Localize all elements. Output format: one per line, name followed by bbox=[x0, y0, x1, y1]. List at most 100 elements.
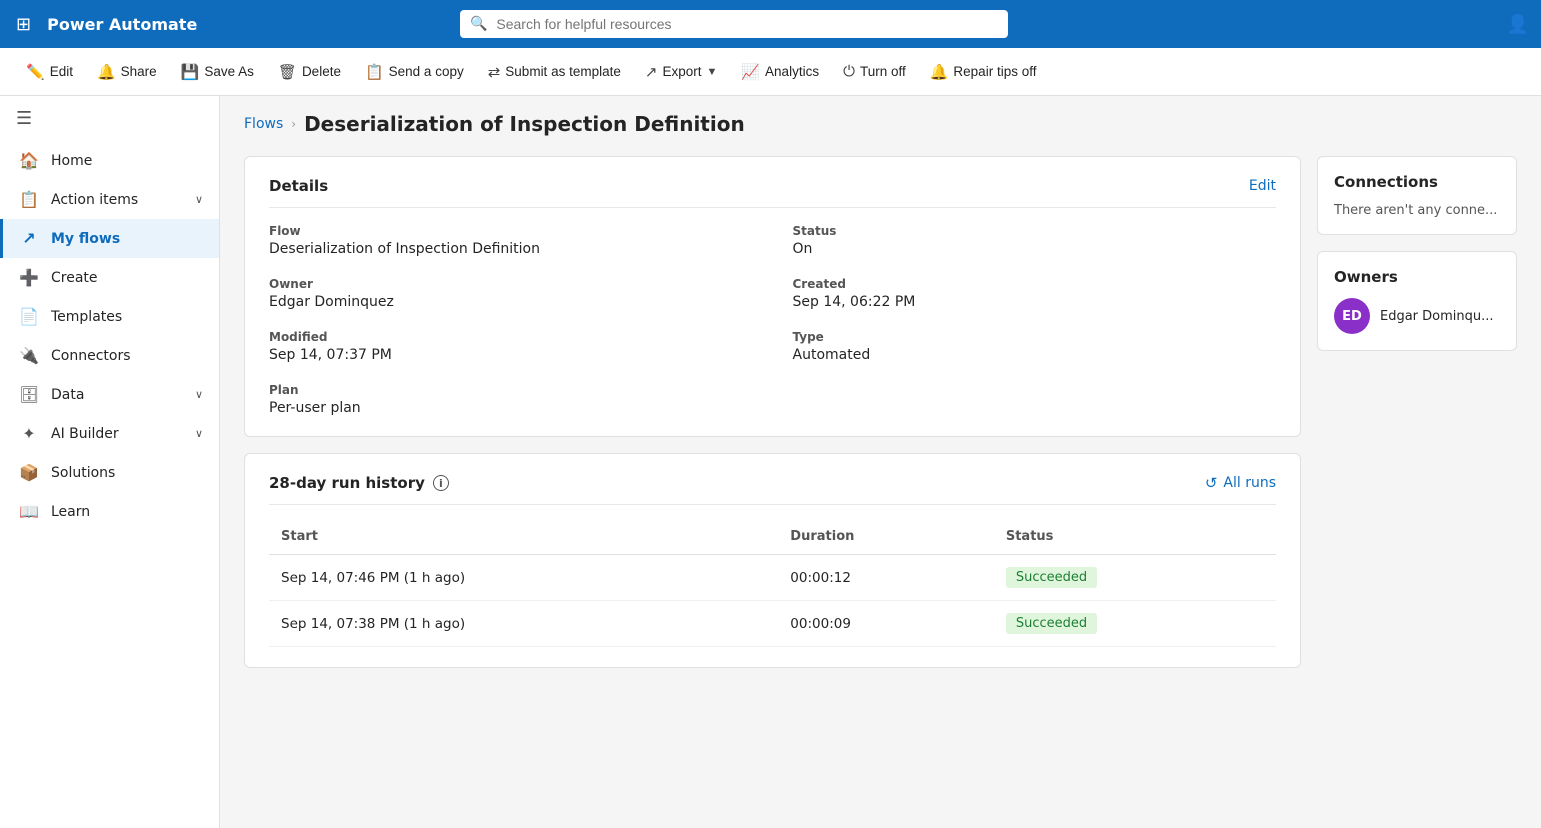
table-row[interactable]: Sep 14, 07:46 PM (1 h ago) 00:00:12 Succ… bbox=[269, 555, 1276, 601]
search-icon: 🔍 bbox=[470, 16, 487, 32]
top-navigation: ⊞ Power Automate 🔍 👤 bbox=[0, 0, 1541, 48]
sidebar-item-solutions[interactable]: 📦 Solutions bbox=[0, 453, 219, 492]
owner-name: Edgar Dominqu... bbox=[1380, 309, 1494, 324]
details-card-title: Details bbox=[269, 177, 328, 195]
analytics-icon: 📈 bbox=[741, 63, 760, 81]
created-label: Created bbox=[793, 277, 1277, 291]
share-button[interactable]: 🔔 Share bbox=[87, 58, 167, 86]
run-history-title-text: 28-day run history bbox=[269, 474, 425, 492]
sidebar-item-home[interactable]: 🏠 Home bbox=[0, 141, 219, 180]
save-as-button[interactable]: 💾 Save As bbox=[171, 58, 264, 86]
learn-icon: 📖 bbox=[19, 502, 39, 521]
run-history-info-icon[interactable]: i bbox=[433, 475, 449, 491]
run-status: Succeeded bbox=[994, 555, 1276, 601]
run-history-card: 28-day run history i ↺ All runs Start bbox=[244, 453, 1301, 668]
sidebar-item-learn[interactable]: 📖 Learn bbox=[0, 492, 219, 531]
delete-button[interactable]: 🗑 Delete bbox=[268, 58, 351, 86]
status-label: Status bbox=[793, 224, 1277, 238]
breadcrumb-flows-link[interactable]: Flows bbox=[244, 116, 283, 132]
flow-value: Deserialization of Inspection Definition bbox=[269, 241, 540, 257]
details-card-header: Details Edit bbox=[269, 177, 1276, 208]
modified-group: Modified Sep 14, 07:37 PM bbox=[269, 330, 753, 363]
run-duration: 00:00:12 bbox=[778, 555, 994, 601]
export-button[interactable]: ↗ Export ▼ bbox=[635, 58, 728, 86]
col-start: Start bbox=[269, 521, 778, 555]
connections-title: Connections bbox=[1334, 173, 1500, 191]
modified-value: Sep 14, 07:37 PM bbox=[269, 347, 392, 363]
data-icon: 🗄 bbox=[19, 385, 39, 404]
search-container: 🔍 bbox=[460, 10, 1008, 38]
share-icon: 🔔 bbox=[97, 63, 116, 81]
run-status: Succeeded bbox=[994, 601, 1276, 647]
search-input[interactable] bbox=[460, 10, 1008, 38]
status-badge: Succeeded bbox=[1006, 613, 1097, 634]
send-copy-icon: 📋 bbox=[365, 63, 384, 81]
main-content: Details Edit Flow Deserialization of Ins… bbox=[244, 156, 1301, 816]
col-status: Status bbox=[994, 521, 1276, 555]
owner-value: Edgar Dominquez bbox=[269, 294, 394, 310]
status-group: Status On bbox=[793, 224, 1277, 257]
solutions-icon: 📦 bbox=[19, 463, 39, 482]
sidebar-item-templates[interactable]: 📄 Templates bbox=[0, 297, 219, 336]
action-items-icon: 📋 bbox=[19, 190, 39, 209]
send-copy-button[interactable]: 📋 Send a copy bbox=[355, 58, 474, 86]
run-start: Sep 14, 07:46 PM (1 h ago) bbox=[269, 555, 778, 601]
toolbar: ✏️ Edit 🔔 Share 💾 Save As 🗑 Delete 📋 Sen… bbox=[0, 48, 1541, 96]
waffle-icon[interactable]: ⊞ bbox=[12, 10, 35, 39]
modified-label: Modified bbox=[269, 330, 753, 344]
refresh-icon: ↺ bbox=[1205, 474, 1218, 492]
export-chevron-icon: ▼ bbox=[706, 66, 717, 78]
save-as-icon: 💾 bbox=[181, 63, 200, 81]
main-layout: ☰ 🏠 Home 📋 Action items ∨ ↗ My flows ➕ C… bbox=[0, 96, 1541, 828]
user-icon[interactable]: 👤 bbox=[1507, 14, 1529, 35]
col-duration: Duration bbox=[778, 521, 994, 555]
created-group: Created Sep 14, 06:22 PM bbox=[793, 277, 1277, 310]
cards-container: Details Edit Flow Deserialization of Ins… bbox=[220, 144, 1541, 828]
repair-tips-button[interactable]: 🔔 Repair tips off bbox=[920, 58, 1047, 86]
sidebar-hamburger[interactable]: ☰ bbox=[0, 96, 219, 141]
plan-group: Plan Per-user plan bbox=[269, 383, 753, 416]
run-start: Sep 14, 07:38 PM (1 h ago) bbox=[269, 601, 778, 647]
sidebar-item-data[interactable]: 🗄 Data ∨ bbox=[0, 375, 219, 414]
data-chevron-icon: ∨ bbox=[195, 388, 203, 401]
details-grid: Flow Deserialization of Inspection Defin… bbox=[269, 224, 1276, 416]
sidebar-item-my-flows[interactable]: ↗ My flows bbox=[0, 219, 219, 258]
export-icon: ↗ bbox=[645, 63, 658, 81]
home-icon: 🏠 bbox=[19, 151, 39, 170]
flow-label: Flow bbox=[269, 224, 753, 238]
all-runs-label: All runs bbox=[1223, 475, 1276, 491]
table-row[interactable]: Sep 14, 07:38 PM (1 h ago) 00:00:09 Succ… bbox=[269, 601, 1276, 647]
run-duration: 00:00:09 bbox=[778, 601, 994, 647]
sidebar-item-create[interactable]: ➕ Create bbox=[0, 258, 219, 297]
avatar: ED bbox=[1334, 298, 1370, 334]
type-value: Automated bbox=[793, 347, 871, 363]
sidebar-item-connectors[interactable]: 🔌 Connectors bbox=[0, 336, 219, 375]
submit-template-button[interactable]: ⇄ Submit as template bbox=[478, 58, 631, 86]
breadcrumb: Flows › Deserialization of Inspection De… bbox=[220, 96, 1541, 144]
turn-off-button[interactable]: ⏻ Turn off bbox=[833, 58, 916, 85]
all-runs-link[interactable]: ↺ All runs bbox=[1205, 474, 1276, 492]
run-history-header: 28-day run history i ↺ All runs bbox=[269, 474, 1276, 505]
flow-group: Flow Deserialization of Inspection Defin… bbox=[269, 224, 753, 257]
type-group: Type Automated bbox=[793, 330, 1277, 363]
analytics-button[interactable]: 📈 Analytics bbox=[731, 58, 829, 86]
sidebar-item-ai-builder[interactable]: ✦ AI Builder ∨ bbox=[0, 414, 219, 453]
sidebar: ☰ 🏠 Home 📋 Action items ∨ ↗ My flows ➕ C… bbox=[0, 96, 220, 828]
breadcrumb-current: Deserialization of Inspection Definition bbox=[304, 112, 745, 136]
submit-template-icon: ⇄ bbox=[488, 63, 501, 81]
ai-builder-icon: ✦ bbox=[19, 424, 39, 443]
sidebar-item-action-items[interactable]: 📋 Action items ∨ bbox=[0, 180, 219, 219]
edit-button[interactable]: ✏️ Edit bbox=[16, 58, 83, 86]
plan-label: Plan bbox=[269, 383, 753, 397]
connectors-icon: 🔌 bbox=[19, 346, 39, 365]
owners-title: Owners bbox=[1334, 268, 1500, 286]
details-edit-link[interactable]: Edit bbox=[1249, 178, 1276, 194]
right-panel: Connections There aren't any conne... Ow… bbox=[1317, 156, 1517, 816]
repair-tips-icon: 🔔 bbox=[930, 63, 949, 81]
status-value: On bbox=[793, 241, 813, 257]
connections-card: Connections There aren't any conne... bbox=[1317, 156, 1517, 235]
action-items-chevron-icon: ∨ bbox=[195, 193, 203, 206]
owner-label: Owner bbox=[269, 277, 753, 291]
breadcrumb-separator: › bbox=[291, 117, 296, 131]
type-label: Type bbox=[793, 330, 1277, 344]
